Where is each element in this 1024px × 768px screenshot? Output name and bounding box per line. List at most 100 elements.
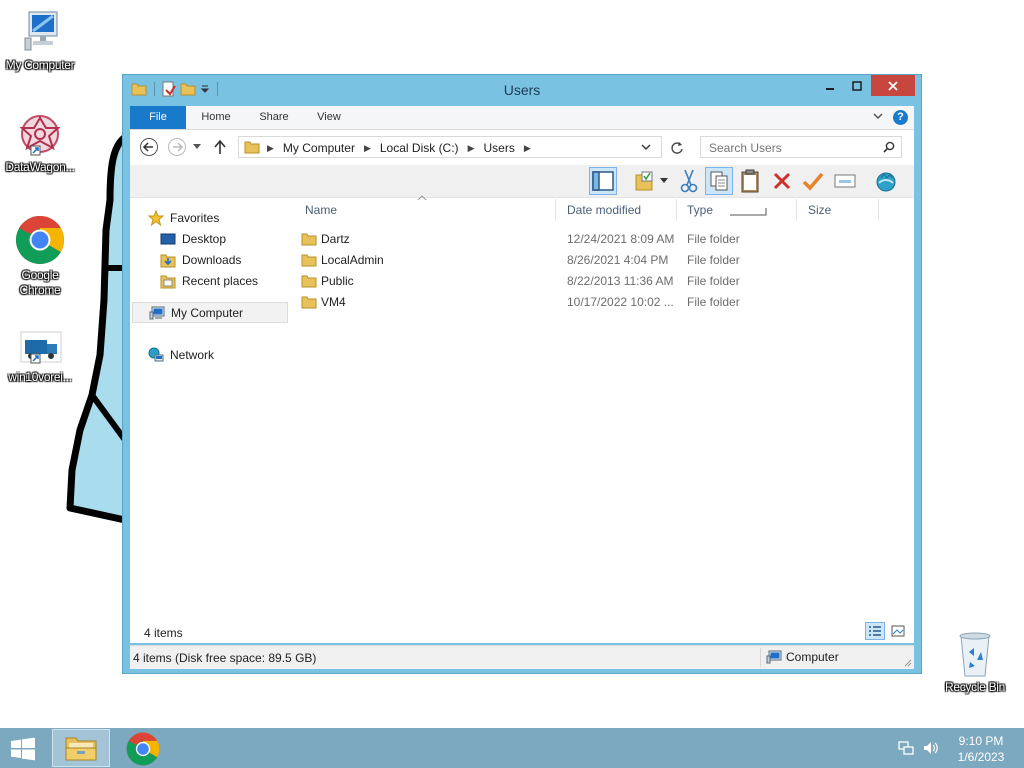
- tab-share[interactable]: Share: [246, 106, 302, 129]
- file-explorer-icon: [65, 737, 97, 761]
- resize-grip-icon[interactable]: [902, 657, 912, 667]
- sort-up-icon: [417, 195, 427, 201]
- options-dropdown-button[interactable]: [657, 167, 671, 195]
- explorer-window[interactable]: Users File Home Share View ? ▶ My Comput…: [122, 74, 922, 674]
- desktop-icon-label: Recycle Bin: [944, 680, 1006, 694]
- refresh-icon[interactable]: [670, 141, 684, 155]
- column-header-name[interactable]: Name: [305, 197, 337, 223]
- desktop-icon-win10vorei[interactable]: win10vorei...: [0, 328, 80, 385]
- properties-button[interactable]: [799, 167, 827, 195]
- help-icon[interactable]: ?: [893, 110, 908, 125]
- nav-item-downloads[interactable]: Downloads: [160, 249, 316, 270]
- clock-date: 1/6/2023: [957, 750, 1005, 764]
- file-date-modified: 12/24/2021 8:09 AM: [567, 232, 675, 246]
- copy-button[interactable]: [705, 167, 733, 195]
- large-icons-view-button[interactable]: [888, 622, 908, 640]
- maximize-button[interactable]: [844, 75, 870, 96]
- close-icon: [888, 80, 898, 91]
- forward-button[interactable]: [167, 137, 187, 157]
- taskbar-file-explorer-button[interactable]: [52, 729, 110, 767]
- title-bar[interactable]: Users: [123, 75, 921, 105]
- navigation-bar: ▶ My Computer ▶ Local Disk (C:) ▶ Users …: [130, 130, 914, 165]
- folder-icon: [301, 233, 317, 246]
- windows-start-icon[interactable]: [8, 737, 38, 761]
- details-view-button[interactable]: [865, 622, 885, 640]
- breadcrumb: ▶ My Computer ▶ Local Disk (C:) ▶ Users …: [267, 141, 540, 155]
- breadcrumb-my-computer[interactable]: My Computer: [283, 141, 355, 155]
- desktop-icon-label: win10vorei...: [8, 370, 72, 384]
- back-button[interactable]: [139, 137, 159, 157]
- navigation-pane-button[interactable]: [589, 167, 617, 195]
- minimize-button[interactable]: [817, 75, 843, 96]
- table-row[interactable]: VM4 10/17/2022 10:02 ... File folder: [295, 292, 914, 313]
- search-input[interactable]: [707, 139, 876, 157]
- column-header-size[interactable]: Size: [808, 197, 831, 223]
- scissors-icon: [680, 169, 698, 193]
- file-type: File folder: [687, 295, 740, 309]
- column-separator[interactable]: [676, 199, 677, 221]
- nav-network-label: Network: [170, 347, 215, 362]
- column-separator[interactable]: [878, 199, 879, 221]
- search-box[interactable]: [700, 136, 902, 158]
- tab-file[interactable]: File: [130, 106, 186, 129]
- computer-icon: [149, 306, 165, 319]
- network-tray-icon[interactable]: [898, 740, 914, 756]
- delete-button[interactable]: [768, 167, 796, 195]
- shell-button[interactable]: [872, 167, 900, 195]
- table-row[interactable]: Dartz 12/24/2021 8:09 AM File folder: [295, 229, 914, 250]
- nav-favorites[interactable]: Favorites: [148, 207, 304, 228]
- delete-x-icon: [773, 172, 791, 190]
- desktop-icon-recycle-bin[interactable]: Recycle Bin: [935, 630, 1015, 695]
- chevron-down-icon[interactable]: [641, 143, 651, 151]
- rename-button[interactable]: [831, 167, 859, 195]
- desktop-icon-google-chrome[interactable]: Google Chrome: [0, 214, 80, 298]
- nav-item-desktop[interactable]: Desktop: [160, 228, 316, 249]
- nav-item-label: Desktop: [182, 231, 227, 246]
- nav-my-computer[interactable]: My Computer: [132, 302, 288, 323]
- column-separator[interactable]: [555, 199, 556, 221]
- file-date-modified: 8/22/2013 11:36 AM: [567, 274, 674, 288]
- maximize-icon: [852, 80, 862, 91]
- search-icon[interactable]: [883, 141, 895, 153]
- taskbar-clock[interactable]: 9:10 PM 1/6/2023: [946, 733, 1016, 765]
- breadcrumb-separator[interactable]: ▶: [468, 143, 475, 154]
- desktop-icon-label: DataWagon...: [5, 160, 75, 174]
- address-bar[interactable]: ▶ My Computer ▶ Local Disk (C:) ▶ Users …: [238, 136, 683, 158]
- taskbar-chrome-icon[interactable]: [126, 732, 160, 766]
- up-arrow-icon[interactable]: [214, 139, 226, 155]
- cut-button[interactable]: [675, 167, 703, 195]
- computer-icon: [766, 650, 782, 664]
- recent-locations-chevron-icon[interactable]: [193, 144, 201, 150]
- folder-icon: [244, 141, 260, 154]
- paste-button[interactable]: [736, 167, 764, 195]
- navigation-pane-icon: [592, 171, 614, 191]
- rename-icon: [834, 174, 856, 188]
- nav-item-recent-places[interactable]: Recent places: [160, 270, 316, 291]
- breadcrumb-separator[interactable]: ▶: [267, 143, 274, 154]
- checkmark-icon: [802, 172, 824, 191]
- table-row[interactable]: Public 8/22/2013 11:36 AM File folder: [295, 271, 914, 292]
- column-header-date-modified[interactable]: Date modified: [567, 197, 641, 223]
- file-list: Name Date modified Type Size Dartz 12/24…: [295, 195, 914, 617]
- nav-network[interactable]: Network: [148, 344, 304, 365]
- column-header-type[interactable]: Type: [687, 197, 713, 223]
- breadcrumb-local-disk[interactable]: Local Disk (C:): [380, 141, 459, 155]
- breadcrumb-users[interactable]: Users: [483, 141, 514, 155]
- chevron-down-icon[interactable]: [872, 111, 884, 121]
- select-folder-button[interactable]: [630, 167, 658, 195]
- nav-favorites-label: Favorites: [170, 210, 220, 225]
- close-button[interactable]: [871, 75, 915, 96]
- folder-check-icon: [635, 171, 653, 191]
- breadcrumb-separator[interactable]: ▶: [524, 143, 531, 154]
- desktop-icon-datawagon[interactable]: DataWagon...: [0, 112, 80, 175]
- column-separator[interactable]: [796, 199, 797, 221]
- volume-icon[interactable]: [922, 740, 938, 756]
- chevron-down-icon: [660, 178, 668, 183]
- table-row[interactable]: LocalAdmin 8/26/2021 4:04 PM File folder: [295, 250, 914, 271]
- desktop-icon-label: My Computer: [5, 58, 75, 72]
- breadcrumb-separator[interactable]: ▶: [364, 143, 371, 154]
- desktop-icon-my-computer[interactable]: My Computer: [0, 8, 80, 73]
- tab-home[interactable]: Home: [188, 106, 244, 129]
- folder-icon: [301, 254, 317, 267]
- tab-view[interactable]: View: [304, 106, 354, 129]
